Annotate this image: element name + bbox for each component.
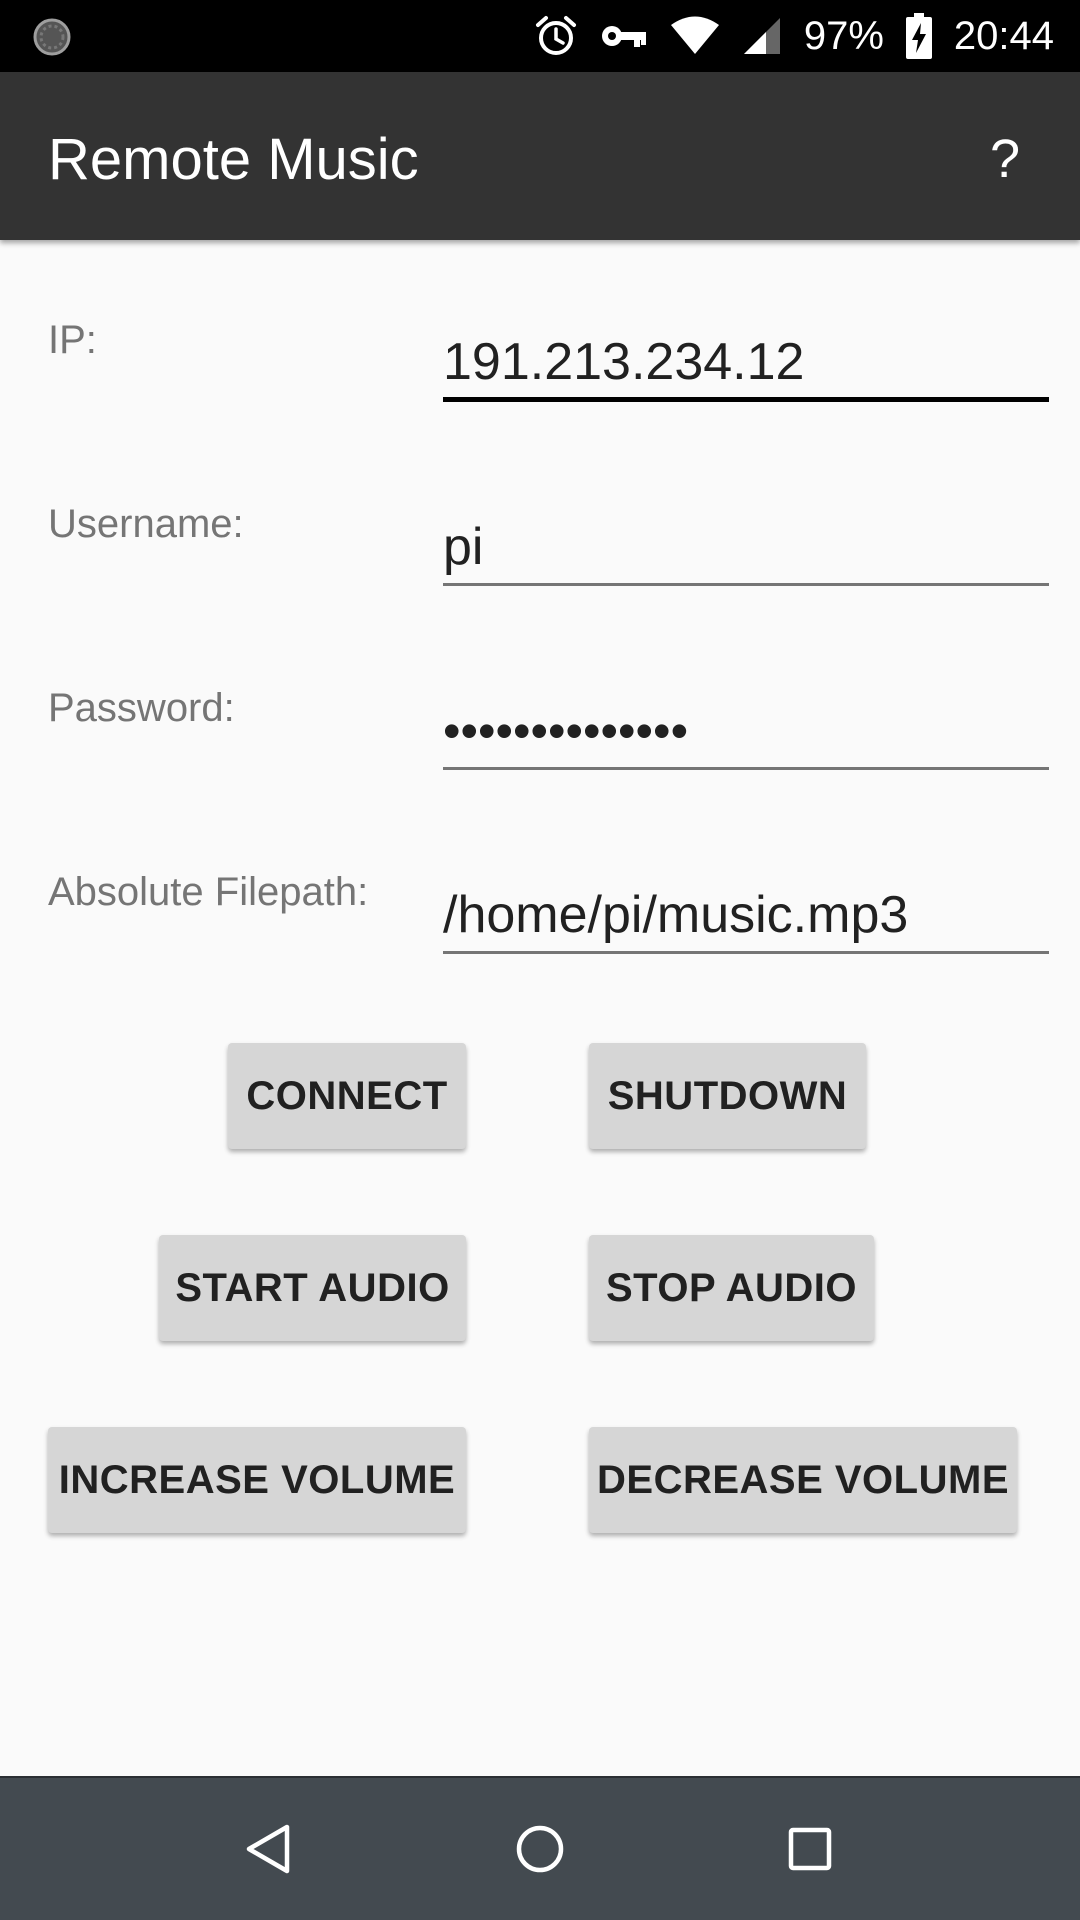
password-label: Password: xyxy=(48,686,235,730)
app-title: Remote Music xyxy=(48,127,419,192)
decrease-volume-button[interactable]: DECREASE VOLUME xyxy=(589,1427,1017,1533)
start-audio-button[interactable]: START AUDIO xyxy=(159,1235,466,1341)
stop-audio-button[interactable]: STOP AUDIO xyxy=(589,1235,874,1341)
status-bar: 97% 20:44 xyxy=(0,0,1080,72)
signal-icon xyxy=(743,18,780,54)
username-field[interactable] xyxy=(443,510,1049,586)
connect-button[interactable]: CONNECT xyxy=(228,1043,466,1149)
recents-icon[interactable] xyxy=(775,1814,845,1884)
filepath-label: Absolute Filepath: xyxy=(48,870,369,914)
ip-label: IP: xyxy=(48,318,97,362)
help-button[interactable]: ? xyxy=(970,124,1040,194)
ip-row: IP: xyxy=(0,310,1080,440)
username-label: Username: xyxy=(48,502,244,546)
app-bar: Remote Music ? xyxy=(0,72,1080,240)
filepath-field[interactable] xyxy=(443,878,1049,954)
clock: 20:44 xyxy=(953,13,1054,58)
filepath-row: Absolute Filepath: xyxy=(0,862,1080,992)
increase-volume-button[interactable]: INCREASE VOLUME xyxy=(48,1427,466,1533)
home-icon[interactable] xyxy=(505,1814,575,1884)
loading-icon xyxy=(33,18,71,56)
password-row: Password: xyxy=(0,678,1080,808)
alarm-icon xyxy=(535,16,576,55)
ip-field[interactable] xyxy=(443,326,1049,402)
vpn-key-icon xyxy=(601,26,646,47)
wifi-icon xyxy=(670,16,719,54)
shutdown-button[interactable]: SHUTDOWN xyxy=(589,1043,866,1149)
battery-percent: 97% xyxy=(803,13,884,58)
navigation-bar xyxy=(0,1776,1080,1920)
back-icon[interactable] xyxy=(235,1814,305,1884)
username-row: Username: xyxy=(0,494,1080,624)
status-icons: 97% 20:44 xyxy=(534,0,1054,72)
password-field[interactable] xyxy=(443,694,1049,770)
battery-charging-icon xyxy=(905,13,932,59)
